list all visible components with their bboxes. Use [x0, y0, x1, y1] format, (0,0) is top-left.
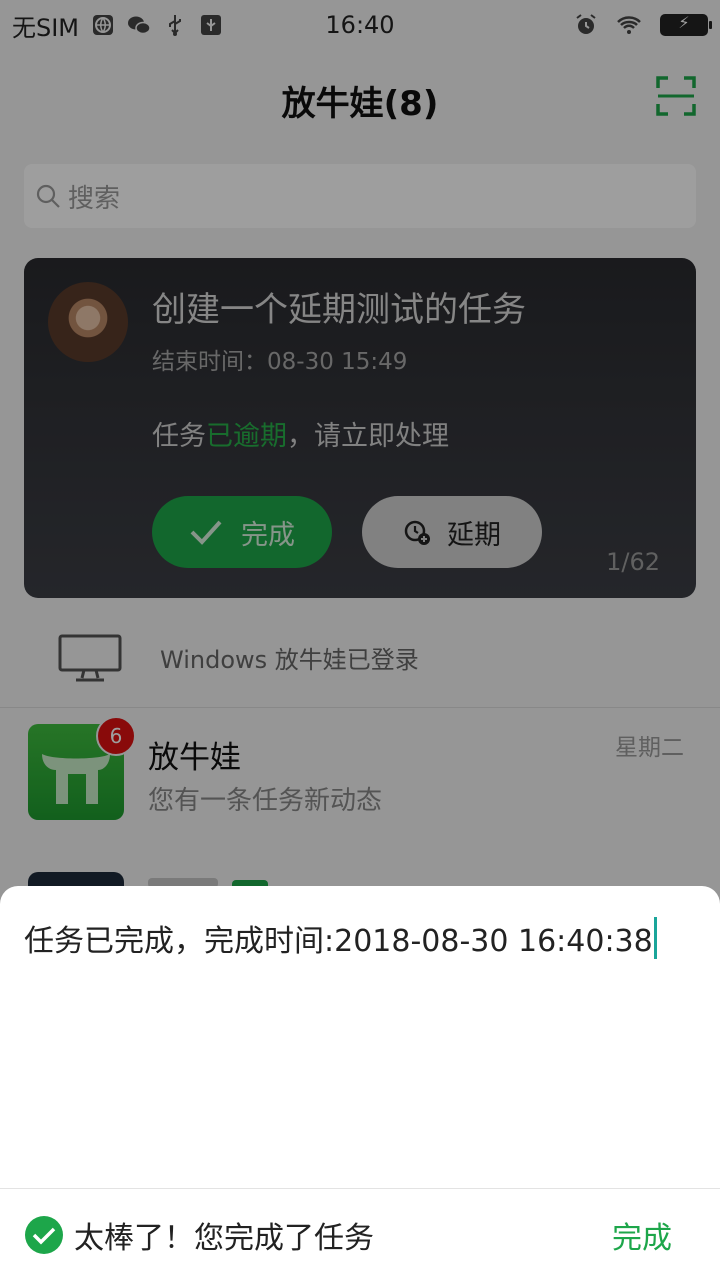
- text-caret: [653, 917, 657, 959]
- completion-note-text: 任务已完成，完成时间:2018-08-30 16:40:38: [24, 924, 653, 959]
- completion-sheet: 任务已完成，完成时间:2018-08-30 16:40:38 太棒了！您完成了任…: [0, 886, 720, 1280]
- success-message: 太棒了！您完成了任务: [74, 1220, 374, 1256]
- success-check-icon: [25, 1215, 63, 1254]
- sheet-footer: 太棒了！您完成了任务 完成: [0, 1188, 720, 1280]
- confirm-button[interactable]: 完成: [612, 1213, 672, 1257]
- completion-note-input[interactable]: 任务已完成，完成时间:2018-08-30 16:40:38: [24, 916, 696, 960]
